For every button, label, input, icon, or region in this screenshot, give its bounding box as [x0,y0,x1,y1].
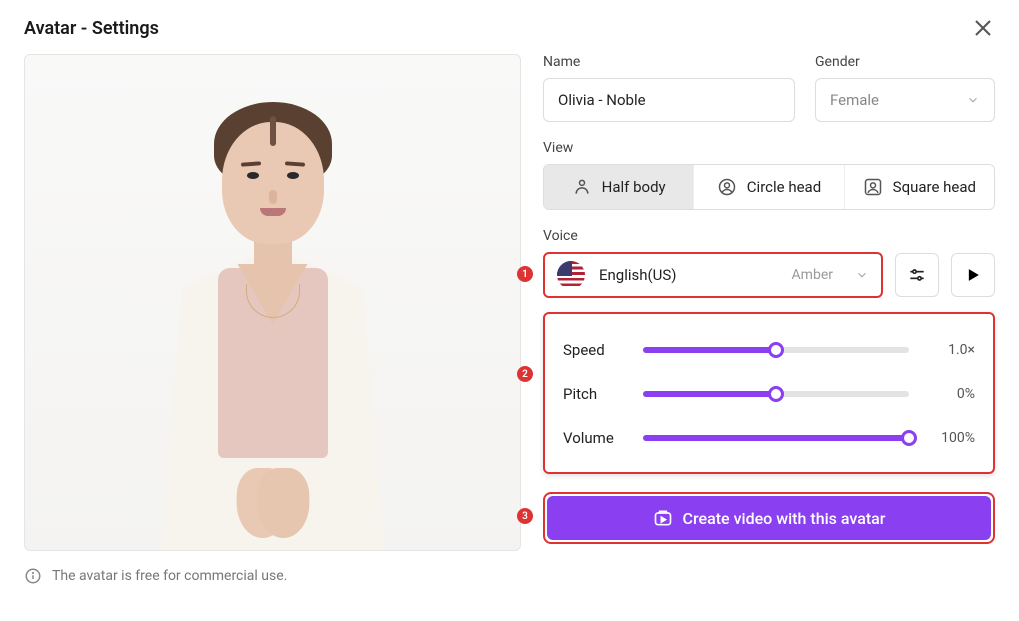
view-option-circle-head[interactable]: Circle head [693,165,843,209]
close-icon[interactable] [971,16,995,40]
volume-label: Volume [563,429,625,447]
view-option-square-head[interactable]: Square head [844,165,994,209]
info-icon [24,567,42,585]
speed-value: 1.0× [927,342,975,358]
gender-label: Gender [815,54,995,70]
voice-name: Amber [792,267,833,283]
create-video-button[interactable]: Create video with this avatar [547,496,991,540]
chevron-down-icon [855,268,869,282]
speed-slider-row: Speed 1.0× [563,330,975,370]
pitch-slider-row: Pitch 0% [563,374,975,414]
square-head-icon [863,177,883,197]
pitch-value: 0% [927,386,975,402]
view-option-label: Circle head [747,178,821,196]
gender-value: Female [830,91,879,109]
view-option-label: Half body [602,178,666,196]
name-input[interactable] [543,78,795,122]
left-column: The avatar is free for commercial use. [24,54,521,585]
voice-select[interactable]: English(US) Amber [543,252,883,298]
voice-language: English(US) [599,266,778,284]
us-flag-icon [557,261,585,289]
voice-label: Voice [543,228,995,244]
volume-slider[interactable] [643,435,909,441]
voice-settings-button[interactable] [895,253,939,297]
gender-select[interactable]: Female [815,78,995,122]
modal-content: The avatar is free for commercial use. N… [24,54,995,585]
right-column: Name Gender Female View [543,54,995,585]
avatar-settings-modal: Avatar - Settings [0,0,1019,605]
annotation-badge-3: 3 [517,508,533,524]
create-button-label: Create video with this avatar [683,509,886,528]
annotation-badge-2: 2 [517,366,533,382]
info-text: The avatar is free for commercial use. [52,568,287,584]
annotation-badge-1: 1 [517,266,533,282]
speed-slider[interactable] [643,347,909,353]
modal-header: Avatar - Settings [24,16,995,40]
name-label: Name [543,54,795,70]
voice-sliders-card: Speed 1.0× Pitch 0% [543,312,995,474]
avatar-preview [24,54,521,551]
view-option-label: Square head [893,178,976,196]
sliders-icon [907,265,927,285]
speed-label: Speed [563,341,625,359]
modal-title: Avatar - Settings [24,18,159,39]
view-option-half-body[interactable]: Half body [544,165,693,209]
avatar-figure [143,80,403,550]
circle-head-icon [717,177,737,197]
play-icon [963,265,983,285]
view-label: View [543,140,995,156]
half-body-icon [572,177,592,197]
pitch-label: Pitch [563,385,625,403]
volume-value: 100% [927,430,975,446]
view-toggle-group: Half body Circle head Square head [543,164,995,210]
info-row: The avatar is free for commercial use. [24,567,521,585]
video-icon [653,508,673,528]
voice-play-button[interactable] [951,253,995,297]
volume-slider-row: Volume 100% [563,418,975,458]
pitch-slider[interactable] [643,391,909,397]
create-button-highlight: Create video with this avatar [543,492,995,544]
chevron-down-icon [966,93,980,107]
